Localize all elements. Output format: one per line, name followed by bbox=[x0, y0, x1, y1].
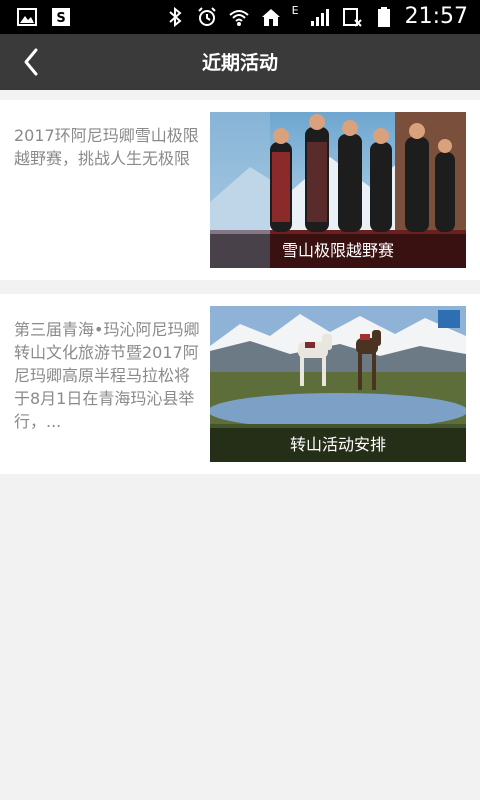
image-caption: 转山活动安排 bbox=[210, 428, 466, 462]
wifi-icon bbox=[228, 10, 249, 26]
home-icon bbox=[261, 9, 280, 26]
network-type-label: E bbox=[291, 3, 299, 17]
event-summary: 2017环阿尼玛卿雪山极限越野赛，挑战人生无极限 bbox=[14, 126, 199, 168]
battery-icon bbox=[377, 7, 390, 27]
alarm-icon bbox=[197, 7, 216, 26]
event-summary: 第三届青海•玛沁阿尼玛卿转山文化旅游节暨2017阿尼玛卿高原半程马拉松将于8月1… bbox=[14, 320, 200, 431]
event-thumbnail[interactable]: 雪山极限越野赛 bbox=[210, 112, 466, 268]
event-thumbnail[interactable]: 转山活动安排 bbox=[210, 306, 466, 462]
sim-card-icon bbox=[342, 8, 362, 27]
clock-time: 21:57 bbox=[404, 4, 468, 29]
status-bar: S E 21:57 bbox=[0, 0, 480, 34]
page-title: 近期活动 bbox=[201, 52, 278, 74]
top-nav-bar: 近期活动 bbox=[0, 34, 480, 90]
s-app-icon: S bbox=[52, 8, 70, 26]
bluetooth-icon bbox=[168, 6, 182, 28]
event-card[interactable]: 2017环阿尼玛卿雪山极限越野赛，挑战人生无极限 雪山极限越野赛 bbox=[0, 100, 480, 280]
signal-icon bbox=[310, 9, 329, 26]
image-caption: 雪山极限越野赛 bbox=[210, 234, 466, 268]
gallery-icon bbox=[17, 8, 37, 26]
event-list: 2017环阿尼玛卿雪山极限越野赛，挑战人生无极限 雪山极限越野赛 第三届青海•玛… bbox=[0, 100, 480, 488]
event-card[interactable]: 第三届青海•玛沁阿尼玛卿转山文化旅游节暨2017阿尼玛卿高原半程马拉松将于8月1… bbox=[0, 294, 480, 474]
svg-text:S: S bbox=[56, 11, 65, 26]
